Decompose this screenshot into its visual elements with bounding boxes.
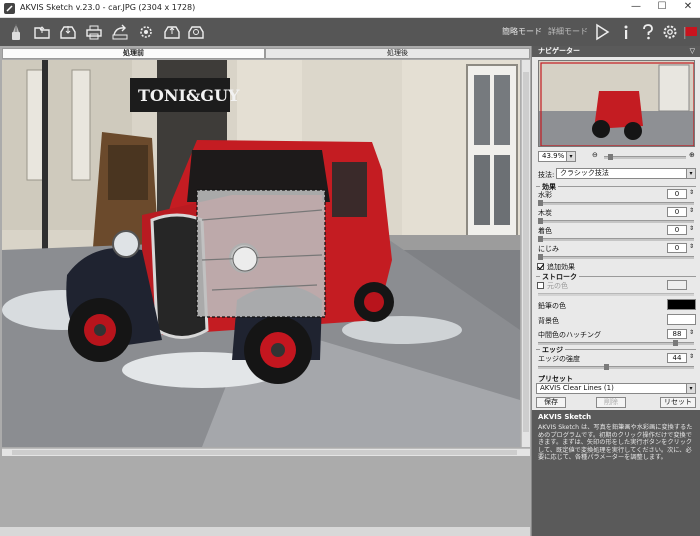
zoom-in-icon[interactable]: ⊕ (689, 151, 695, 159)
app-logo-icon[interactable] (6, 22, 26, 42)
vertical-scrollbar[interactable] (521, 60, 530, 447)
zoom-slider[interactable] (604, 154, 686, 160)
help-icon[interactable] (638, 22, 658, 42)
spin-icon[interactable]: ⇕ (689, 225, 694, 232)
car-photo: TONI&GUY (2, 60, 520, 447)
batch-settings-icon[interactable] (136, 22, 156, 42)
zoom-select[interactable]: 43.9% ▾ (538, 151, 576, 162)
pencil-color-swatch[interactable] (667, 299, 696, 310)
tab-after[interactable]: 処理後 (265, 48, 530, 59)
original-color-label: 元の色 (547, 282, 568, 290)
zoom-slider-knob[interactable] (608, 154, 613, 160)
maximize-icon[interactable]: ☐ (652, 1, 672, 12)
slider-knob[interactable] (538, 254, 543, 260)
slider-knob[interactable] (673, 340, 678, 346)
preferences-icon[interactable] (660, 22, 680, 42)
dropdown-arrow-icon: ▾ (686, 384, 695, 393)
spin-icon[interactable]: ⇕ (689, 353, 694, 360)
image-canvas[interactable]: TONI&GUY (2, 60, 520, 447)
navigator-title: ナビゲーター (538, 47, 580, 55)
navigator-thumbnail[interactable] (538, 60, 695, 147)
coloration-label: 着色 (538, 227, 552, 235)
coloration-value[interactable]: 0 (667, 225, 687, 235)
spin-icon[interactable]: ⇕ (689, 243, 694, 250)
window-title: AKVIS Sketch v.23.0 - car.JPG (2304 x 17… (20, 3, 196, 12)
save-icon[interactable] (58, 22, 78, 42)
dropdown-arrow-icon: ▾ (566, 152, 575, 161)
preset-select[interactable]: AKVIS Clear Lines (1) ▾ (536, 383, 696, 394)
watercolor-value[interactable]: 0 (667, 189, 687, 199)
delete-preset-button[interactable]: 削除 (596, 397, 626, 408)
watercolor-slider[interactable] (538, 200, 694, 206)
technique-label: 技法: (538, 171, 555, 179)
reset-preset-button[interactable]: リセット (660, 397, 696, 408)
spin-icon[interactable]: ⇕ (689, 329, 694, 336)
advanced-mode-button[interactable]: 詳細モード (548, 26, 588, 37)
after-icon[interactable] (186, 22, 206, 42)
svg-text:TONI&GUY: TONI&GUY (138, 86, 240, 105)
original-color-value (667, 280, 687, 290)
dropdown-arrow-icon: ▾ (686, 169, 695, 178)
horizontal-scrollbar[interactable] (2, 448, 530, 456)
pencil-color-label: 鉛筆の色 (538, 302, 566, 310)
close-icon[interactable]: ✕ (678, 1, 698, 12)
slider-knob[interactable] (604, 364, 609, 370)
extra-effects-label: 追加効果 (547, 263, 575, 271)
collapse-icon[interactable]: ▽ (690, 46, 695, 57)
technique-select[interactable]: クラシック技法 ▾ (556, 168, 696, 179)
charcoal-label: 木炭 (538, 209, 552, 217)
zoom-out-icon[interactable]: ⊖ (592, 151, 598, 159)
watercolor-label: 水彩 (538, 191, 552, 199)
minimize-icon[interactable]: — (626, 1, 646, 12)
charcoal-slider[interactable] (538, 218, 694, 224)
info-icon[interactable] (616, 22, 636, 42)
bottom-scrollbar[interactable] (0, 527, 530, 536)
edge-strength-label: エッジの強度 (538, 355, 580, 363)
spin-icon[interactable]: ⇕ (689, 207, 694, 214)
scroll-thumb[interactable] (523, 72, 529, 432)
play-icon[interactable] (592, 22, 612, 42)
express-mode-button[interactable]: 簡略モード (502, 26, 542, 37)
settings-panel: ナビゲーター ▽ 43.9% ▾ ⊖ ⊕ 技法: クラシック技法 ▾ 効果 水彩 0… (531, 46, 700, 536)
title-bar: AKVIS Sketch v.23.0 - car.JPG (2304 x 17… (0, 0, 700, 18)
share-icon[interactable] (110, 22, 130, 42)
smudging-slider[interactable] (538, 254, 694, 260)
slider-knob[interactable] (538, 218, 543, 224)
print-icon[interactable] (84, 22, 104, 42)
midtone-hatching-value[interactable]: 88 (667, 329, 687, 339)
extra-effects-checkbox[interactable] (537, 263, 544, 270)
spin-icon[interactable]: ⇕ (689, 189, 694, 196)
smudging-label: にじみ (538, 245, 559, 253)
charcoal-value[interactable]: 0 (667, 207, 687, 217)
effects-divider (536, 186, 696, 187)
flag-icon[interactable] (680, 22, 700, 42)
tab-before[interactable]: 処理前 (2, 48, 265, 59)
slider-knob[interactable] (538, 200, 543, 206)
background-color-swatch[interactable] (667, 314, 696, 325)
open-icon[interactable] (32, 22, 52, 42)
original-color-slider (538, 293, 694, 296)
coloration-slider[interactable] (538, 236, 694, 242)
original-color-checkbox[interactable] (537, 282, 544, 289)
midtone-hatching-label: 中間色のハッチング (538, 331, 601, 339)
help-title: AKVIS Sketch (538, 413, 592, 421)
app-icon (4, 3, 15, 14)
scroll-thumb[interactable] (12, 450, 517, 455)
edge-strength-slider[interactable] (538, 364, 694, 370)
save-preset-button[interactable]: 保存 (536, 397, 566, 408)
smudging-value[interactable]: 0 (667, 243, 687, 253)
help-text: AKVIS Sketch は、写真を鉛筆画や水彩画に変換するためのプログラムです… (538, 424, 693, 461)
slider-knob[interactable] (538, 236, 543, 242)
edge-strength-value[interactable]: 44 (667, 353, 687, 363)
navigator-header[interactable]: ナビゲーター ▽ (532, 46, 700, 57)
toolbar: 簡略モード 詳細モード (0, 18, 700, 46)
before-icon[interactable] (162, 22, 182, 42)
background-color-label: 背景色 (538, 317, 559, 325)
help-panel: AKVIS Sketch AKVIS Sketch は、写真を鉛筆画や水彩画に変… (532, 410, 700, 536)
